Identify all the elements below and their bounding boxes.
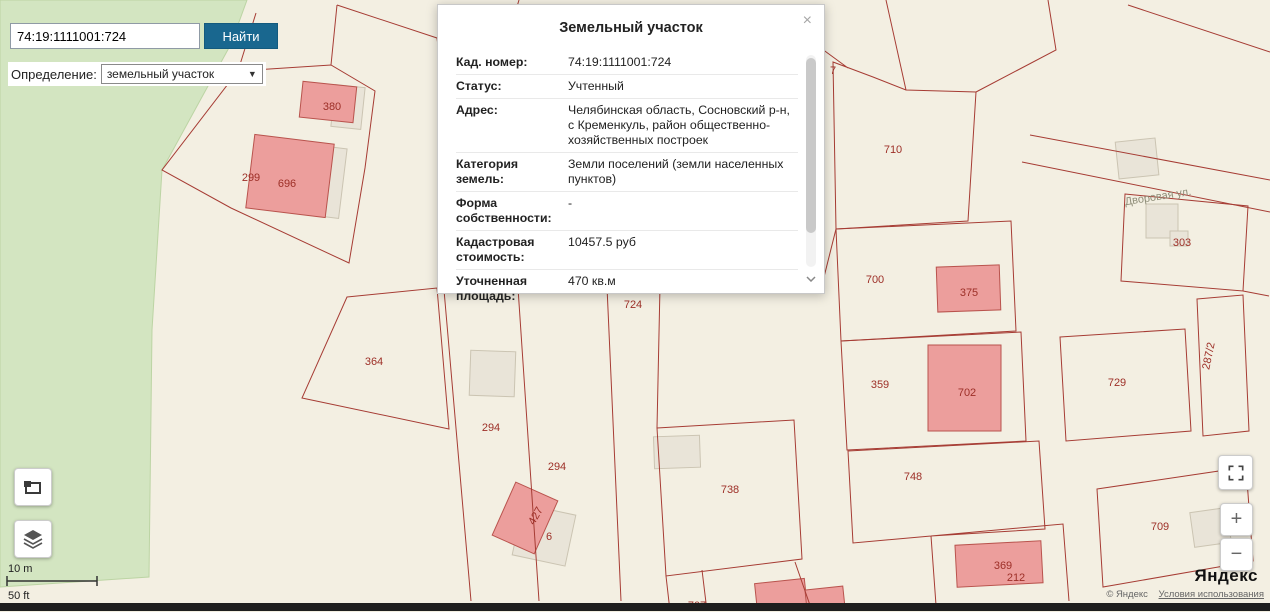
measure-icon — [22, 476, 44, 498]
info-row: Категория земель: Земли поселений (земли… — [456, 152, 798, 191]
parcel-label: 748 — [904, 471, 922, 483]
info-row: Кадастровая стоимость: 10457.5 руб — [456, 230, 798, 269]
info-label: Кад. номер: — [456, 55, 560, 70]
search-bar: Найти — [10, 23, 278, 49]
map-attribution: © Яндекс Условия использования — [1106, 589, 1264, 600]
parcel-label: 6 — [546, 531, 552, 543]
parcel-label: 7 — [830, 65, 836, 77]
fullscreen-button[interactable] — [1218, 455, 1253, 490]
search-input[interactable] — [10, 23, 200, 49]
info-value: 74:19:1111001:724 — [560, 55, 798, 70]
info-value: 10457.5 руб — [560, 235, 798, 265]
close-icon[interactable]: × — [803, 13, 812, 29]
scale-ruler — [6, 575, 98, 587]
fullscreen-icon — [1226, 463, 1246, 483]
parcel-info-popup: × Земельный участок Кад. номер: 74:19:11… — [437, 4, 825, 294]
parcel-label: 294 — [548, 461, 566, 473]
bottom-bar — [0, 603, 1270, 611]
chevron-down-icon: ▼ — [248, 69, 257, 79]
info-row: Статус: Учтенный — [456, 74, 798, 98]
parcel-label: 294 — [482, 422, 500, 434]
zoom-in-button[interactable]: + — [1220, 503, 1253, 536]
definition-filter: Определение: земельный участок ▼ — [8, 62, 266, 86]
info-row: Кад. номер: 74:19:1111001:724 — [456, 51, 798, 74]
scroll-down-icon[interactable] — [804, 273, 818, 285]
terms-link[interactable]: Условия использования — [1159, 589, 1264, 600]
parcel-label: 364 — [365, 356, 383, 368]
parcel-label: 696 — [278, 178, 296, 190]
scale-bar: 10 m 50 ft — [6, 563, 98, 602]
parcel-label: 709 — [1151, 521, 1169, 533]
parcel-label: 738 — [721, 484, 739, 496]
info-value: Учтенный — [560, 79, 798, 94]
layers-button[interactable] — [14, 520, 52, 558]
info-row: Форма собственности: - — [456, 191, 798, 230]
layers-icon — [21, 527, 45, 551]
info-label: Уточненная площадь: — [456, 274, 560, 304]
info-label: Статус: — [456, 79, 560, 94]
scale-metric-label: 10 m — [8, 563, 98, 575]
popup-body: Кад. номер: 74:19:1111001:724 Статус: Уч… — [456, 51, 798, 308]
info-label: Форма собственности: — [456, 196, 560, 226]
definition-select[interactable]: земельный участок ▼ — [101, 64, 263, 84]
popup-title: Земельный участок — [438, 20, 824, 36]
popup-scrollbar[interactable] — [806, 55, 816, 267]
definition-selected-value: земельный участок — [107, 67, 214, 81]
parcel-label: 359 — [871, 379, 889, 391]
parcel-label: 299 — [242, 172, 260, 184]
scrollbar-thumb[interactable] — [806, 58, 816, 233]
scale-imperial-label: 50 ft — [8, 590, 98, 602]
parcel-label: 212 — [1007, 572, 1025, 584]
info-label: Категория земель: — [456, 157, 560, 187]
measure-button[interactable] — [14, 468, 52, 506]
parcel-label: 380 — [323, 101, 341, 113]
info-value: Челябинская область, Сосновский р-н, с К… — [560, 103, 798, 148]
parcel-label: 729 — [1108, 377, 1126, 389]
info-value: Земли поселений (земли населенных пункто… — [560, 157, 798, 187]
parcel-label: 303 — [1173, 237, 1191, 249]
info-label: Адрес: — [456, 103, 560, 148]
info-value: - — [560, 196, 798, 226]
info-label: Кадастровая стоимость: — [456, 235, 560, 265]
search-button[interactable]: Найти — [204, 23, 278, 49]
parcel-label: 702 — [958, 387, 976, 399]
info-row: Адрес: Челябинская область, Сосновский р… — [456, 98, 798, 152]
yandex-logo[interactable]: Яндекс — [1195, 566, 1258, 586]
definition-label: Определение: — [11, 67, 97, 82]
parcel-label: 700 — [866, 274, 884, 286]
parcel-label: 369 — [994, 560, 1012, 572]
cadastral-map-app: { "search": { "value": "74:19:1111001:72… — [0, 0, 1270, 611]
info-value: 470 кв.м — [560, 274, 798, 304]
parcel-label: 710 — [884, 144, 902, 156]
parcel-label: 375 — [960, 287, 978, 299]
info-row: Уточненная площадь: 470 кв.м — [456, 269, 798, 308]
copyright-text: © Яндекс — [1106, 589, 1148, 600]
